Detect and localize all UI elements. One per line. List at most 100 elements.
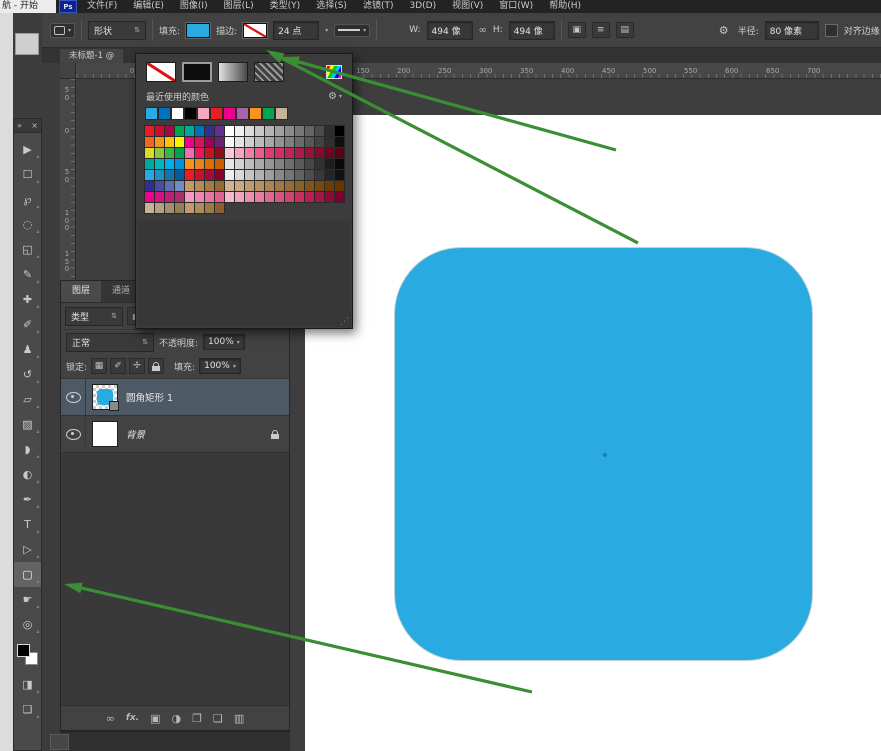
color-swatch[interactable] [215,203,224,213]
menu-item[interactable]: 3D(D) [409,0,436,13]
color-swatch[interactable] [155,192,164,202]
recent-color-swatch[interactable] [185,108,196,119]
stroke-width-dropdown-icon[interactable]: ▾ [325,27,328,34]
recent-color-swatch[interactable] [224,108,235,119]
menu-item[interactable]: 窗口(W) [499,0,533,13]
solid-color-chip[interactable] [182,62,212,82]
menu-item[interactable]: 图层(L) [224,0,254,13]
layer-mask-icon[interactable]: ▣ [150,712,160,725]
color-swatch[interactable] [265,159,274,169]
recent-color-swatch[interactable] [237,108,248,119]
color-swatch[interactable] [175,126,184,136]
color-swatch[interactable] [305,137,314,147]
lock-pixels-icon[interactable]: ✐ [110,358,126,374]
color-swatch[interactable] [185,203,194,213]
color-swatch[interactable] [235,126,244,136]
fill-color-swatch[interactable] [186,23,210,38]
menu-item[interactable]: 选择(S) [316,0,347,13]
link-dimensions-icon[interactable]: ∞ [479,25,487,36]
color-swatch[interactable] [225,126,234,136]
color-swatch[interactable] [245,148,254,158]
document-tab[interactable]: 未标题-1 @ [60,49,123,63]
recent-color-swatch[interactable] [250,108,261,119]
geometry-settings-gear-icon[interactable]: ⚙ [716,23,732,37]
foreground-background-colors[interactable] [17,644,38,665]
color-swatch[interactable] [225,148,234,158]
color-swatch[interactable] [205,137,214,147]
color-swatch[interactable] [155,126,164,136]
color-swatch[interactable] [195,137,204,147]
color-swatch[interactable] [285,148,294,158]
color-swatch[interactable] [255,192,264,202]
delete-layer-icon[interactable]: ▥ [234,712,244,725]
color-swatch[interactable] [245,126,254,136]
menu-item[interactable]: 视图(V) [452,0,483,13]
align-edges-checkbox[interactable] [825,24,838,37]
menu-item[interactable]: 滤镜(T) [363,0,394,13]
color-swatch[interactable] [285,192,294,202]
color-swatch[interactable] [295,159,304,169]
eraser-tool[interactable]: ▱ [14,387,41,412]
color-swatch[interactable] [245,181,254,191]
color-swatch[interactable] [235,192,244,202]
color-swatch[interactable] [285,126,294,136]
type-tool[interactable]: T [14,512,41,537]
foreground-color-swatch[interactable] [17,644,30,657]
color-swatch[interactable] [285,181,294,191]
color-swatch[interactable] [165,148,174,158]
color-swatch[interactable] [265,192,274,202]
color-swatch[interactable] [325,159,334,169]
quick-mask-button[interactable]: ◨ [14,672,41,697]
crop-tool[interactable]: ◱ [14,237,41,262]
picker-menu-gear-icon[interactable]: ⚙▾ [328,91,342,102]
color-swatch[interactable] [205,126,214,136]
color-swatch[interactable] [155,148,164,158]
color-swatch[interactable] [175,148,184,158]
color-swatch[interactable] [315,126,324,136]
color-swatch[interactable] [235,148,244,158]
color-swatch[interactable] [335,192,344,202]
color-swatch[interactable] [215,159,224,169]
color-swatch[interactable] [275,181,284,191]
color-swatch[interactable] [225,192,234,202]
color-swatch[interactable] [215,126,224,136]
layer-thumbnail[interactable] [92,384,118,410]
color-swatch[interactable] [305,148,314,158]
color-swatch[interactable] [335,126,344,136]
color-swatch[interactable] [165,137,174,147]
rounded-rectangle-shape[interactable] [395,248,812,660]
color-swatch[interactable] [195,170,204,180]
brush-tool[interactable]: ✐ [14,312,41,337]
color-swatch[interactable] [235,159,244,169]
menu-item[interactable]: 图像(I) [180,0,208,13]
color-swatch[interactable] [295,192,304,202]
color-swatch[interactable] [225,137,234,147]
layer-group-icon[interactable]: ❐ [192,712,202,725]
lasso-tool[interactable]: ℘ [14,187,41,212]
color-swatch[interactable] [165,126,174,136]
gradient-chip[interactable] [218,62,248,82]
resize-grip-icon[interactable]: ⋰ [340,317,349,327]
color-swatch[interactable] [195,159,204,169]
color-swatch[interactable] [305,181,314,191]
color-swatch[interactable] [155,137,164,147]
visibility-cell[interactable] [61,379,86,415]
scrollbar-corner[interactable] [50,734,69,750]
color-swatch[interactable] [245,159,254,169]
color-swatch[interactable] [165,203,174,213]
rounded-rectangle-tool[interactable]: ▢ [14,562,41,587]
recent-color-swatch[interactable] [263,108,274,119]
stroke-width-field[interactable]: 24 点 [273,21,319,40]
layer-thumbnail[interactable] [92,421,118,447]
color-swatch[interactable] [225,181,234,191]
color-swatch[interactable] [195,126,204,136]
color-swatch[interactable] [175,170,184,180]
color-swatch[interactable] [195,181,204,191]
color-swatch[interactable] [265,170,274,180]
zoom-tool[interactable]: ◎ [14,612,41,637]
new-layer-icon[interactable]: ❏ [213,712,223,725]
recent-color-swatch[interactable] [211,108,222,119]
tool-preset-dropdown[interactable]: ▾ [50,23,75,38]
color-swatch[interactable] [175,192,184,202]
no-color-chip[interactable] [146,62,176,82]
